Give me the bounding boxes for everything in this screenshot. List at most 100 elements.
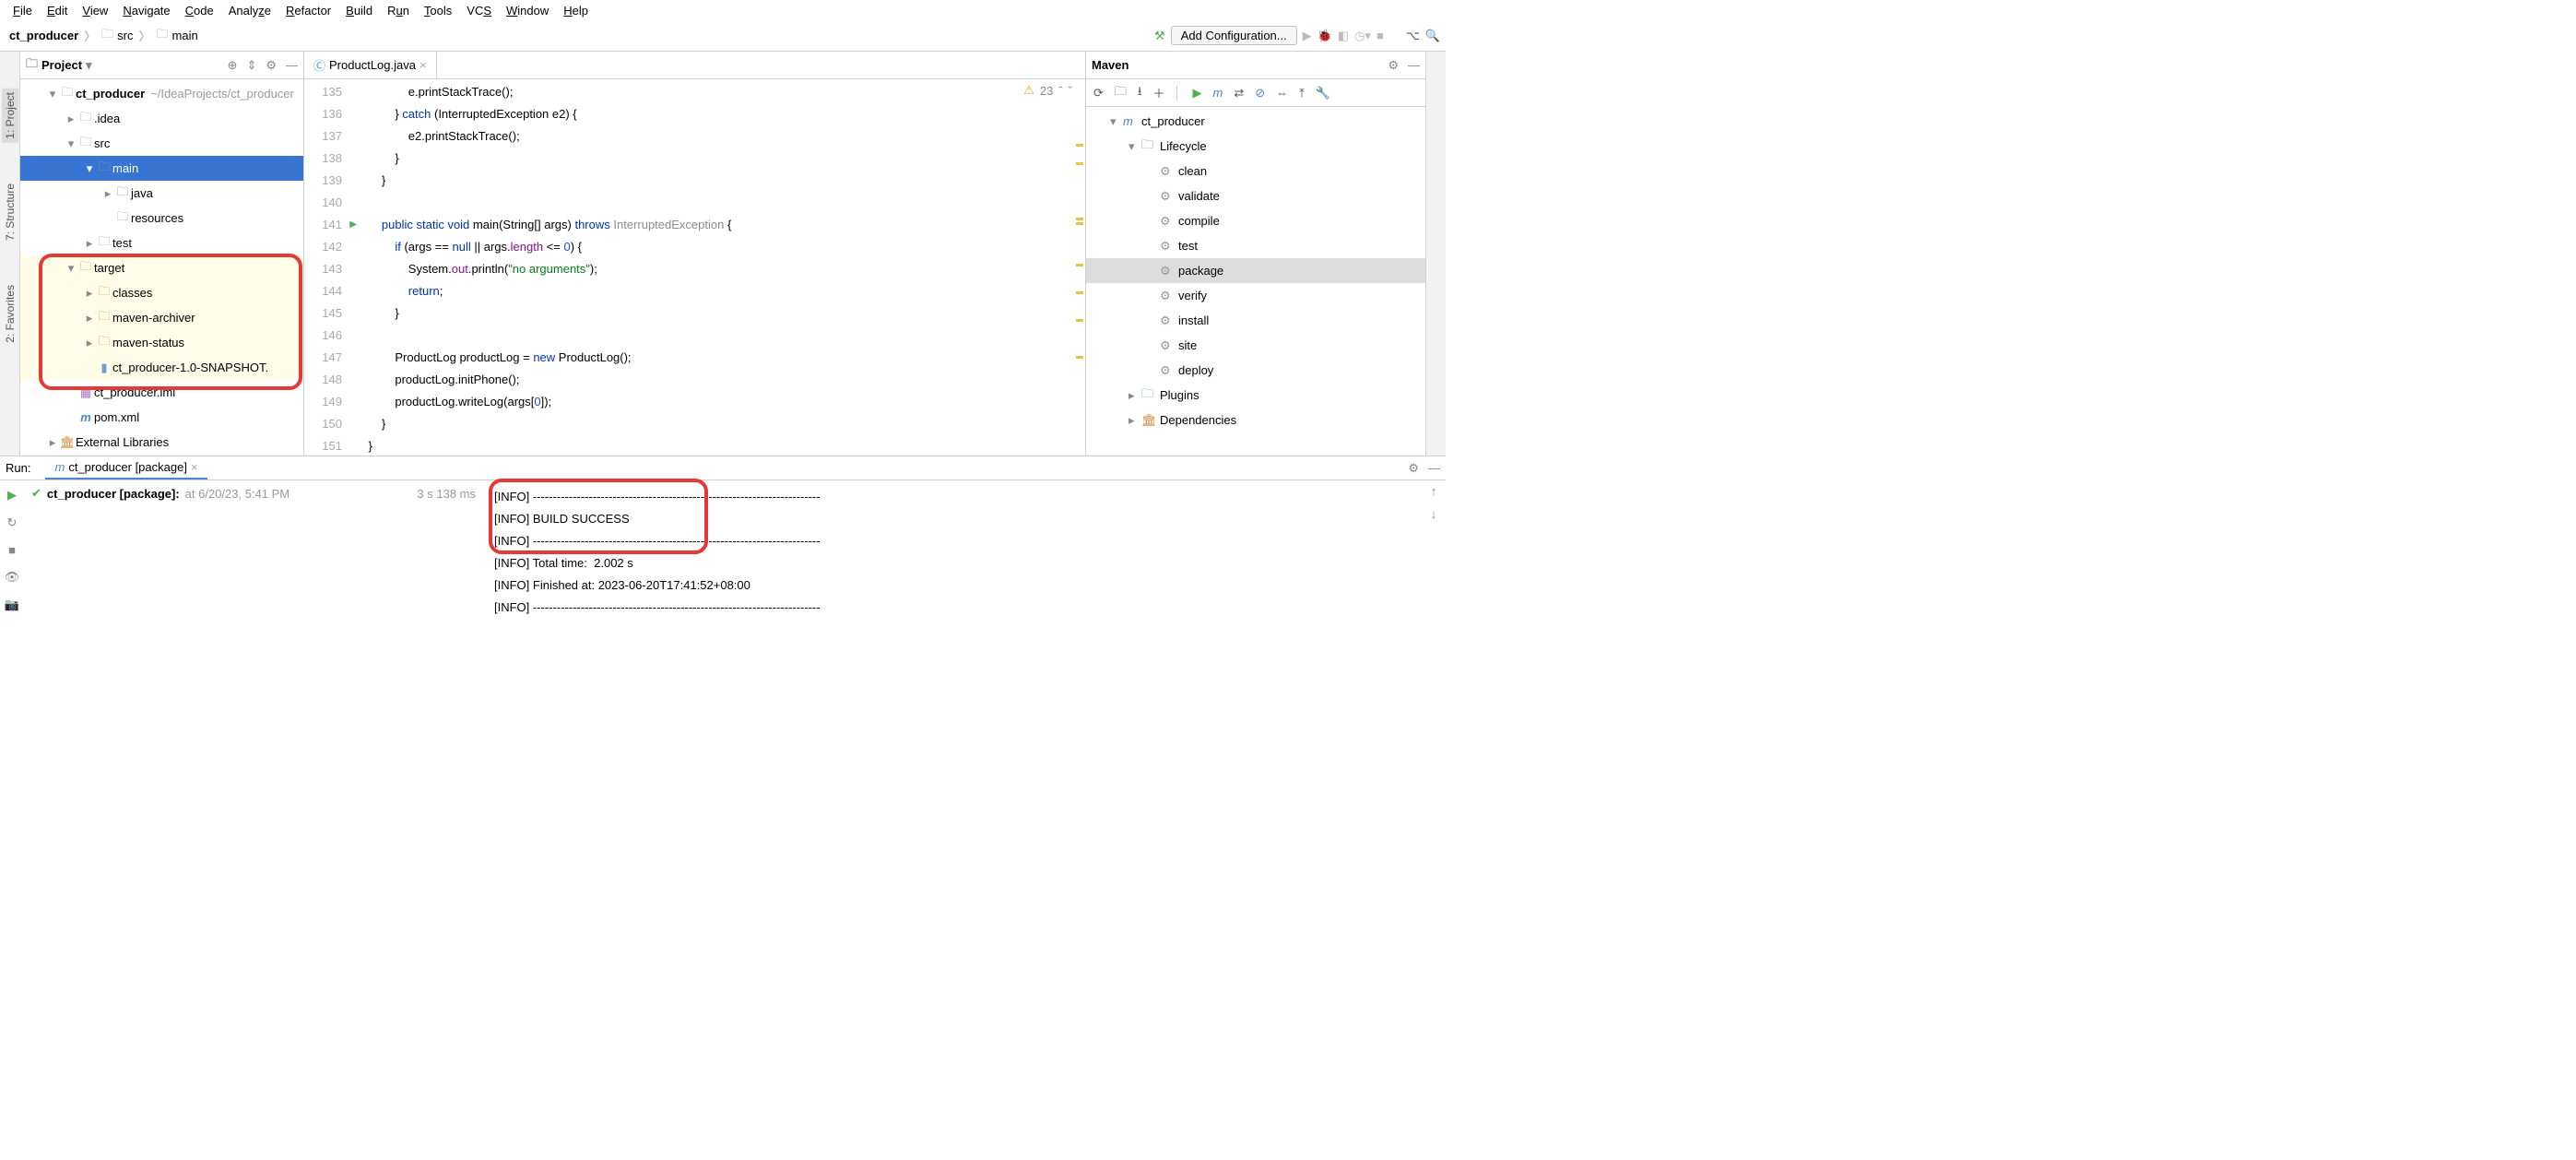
- tree-maven-archiver[interactable]: ▸🗀maven-archiver: [20, 305, 303, 330]
- gear-icon[interactable]: ⚙: [1388, 58, 1399, 73]
- add-configuration-button[interactable]: Add Configuration...: [1171, 26, 1297, 45]
- stop-icon[interactable]: ■: [1377, 29, 1384, 42]
- editor-tab[interactable]: Ⓒ ProductLog.java ×: [304, 52, 437, 78]
- run-settings-icon[interactable]: ⚙: [1408, 461, 1419, 476]
- gear-icon[interactable]: ⚙: [266, 58, 277, 73]
- down-icon[interactable]: ↓: [1431, 507, 1437, 521]
- tree-target[interactable]: ▾🗀target: [20, 255, 303, 280]
- git-icon[interactable]: ⌥: [1406, 29, 1420, 43]
- project-icon: 🗀: [26, 55, 38, 76]
- maven-settings-icon[interactable]: 🔧: [1316, 86, 1330, 101]
- side-tab-project[interactable]: 1: Project: [2, 89, 18, 143]
- prev-highlight-icon[interactable]: ˆ: [1058, 84, 1062, 98]
- run-test-tree[interactable]: ✔ ct_producer [package]: at 6/20/23, 5:4…: [24, 480, 494, 649]
- tree-resources[interactable]: 🗀resources: [20, 206, 303, 231]
- maven-project-root[interactable]: ▾mct_producer: [1086, 109, 1425, 134]
- menu-refactor[interactable]: Refactor: [280, 4, 337, 18]
- toggle-skip-tests-icon[interactable]: ⊘: [1255, 86, 1265, 101]
- breadcrumb-root[interactable]: ct_producer: [6, 29, 82, 42]
- side-tab-structure[interactable]: 7: Structure: [2, 180, 18, 244]
- rerun-icon[interactable]: ▶: [7, 488, 17, 503]
- tree-external-libraries[interactable]: ▸🏛External Libraries: [20, 430, 303, 455]
- hide-icon[interactable]: —: [286, 58, 298, 73]
- tree-root[interactable]: ▾🗀ct_producer~/IdeaProjects/ct_producer: [20, 81, 303, 106]
- maven-goal-package[interactable]: ⚙package: [1086, 258, 1425, 283]
- pin-icon[interactable]: 📷: [5, 598, 19, 612]
- tree-src[interactable]: ▾🗀src: [20, 131, 303, 156]
- maven-dependencies[interactable]: ▸🏛Dependencies: [1086, 408, 1425, 432]
- next-highlight-icon[interactable]: ˇ: [1069, 84, 1072, 98]
- show-icon[interactable]: 👁: [5, 570, 20, 585]
- maven-goal-site[interactable]: ⚙site: [1086, 333, 1425, 358]
- run-tab[interactable]: m ct_producer [package] ×: [45, 456, 207, 479]
- side-tab-favorites[interactable]: 2: Favorites: [2, 281, 18, 347]
- build-icon[interactable]: ⚒: [1154, 29, 1165, 43]
- tree-classes[interactable]: ▸🗀classes: [20, 280, 303, 305]
- execute-goal-icon[interactable]: m: [1213, 86, 1223, 100]
- generate-sources-icon[interactable]: 🗀: [1115, 83, 1127, 103]
- menu-window[interactable]: Window: [501, 4, 554, 18]
- menu-help[interactable]: Help: [558, 4, 594, 18]
- maven-goal-clean[interactable]: ⚙clean: [1086, 159, 1425, 183]
- hide-icon[interactable]: —: [1408, 58, 1420, 73]
- rerun-failed-icon[interactable]: ↻: [7, 515, 18, 530]
- run-maven-icon[interactable]: ▶: [1193, 86, 1202, 101]
- stop-run-icon[interactable]: ■: [8, 543, 16, 557]
- tree-snapshot-jar[interactable]: ▮ct_producer-1.0-SNAPSHOT.: [20, 355, 303, 380]
- error-stripe[interactable]: [1072, 79, 1085, 456]
- maven-goal-compile[interactable]: ⚙compile: [1086, 208, 1425, 233]
- project-tree[interactable]: ▾🗀ct_producer~/IdeaProjects/ct_producer …: [20, 79, 303, 456]
- tree-java[interactable]: ▸🗀java: [20, 181, 303, 206]
- chevron-down-icon[interactable]: ▾: [86, 58, 92, 73]
- menu-vcs[interactable]: VCS: [461, 4, 497, 18]
- left-tool-stripe: 1: Project 7: Structure 2: Favorites: [0, 52, 20, 456]
- close-run-tab-icon[interactable]: ×: [191, 460, 198, 474]
- search-icon[interactable]: 🔍: [1425, 29, 1440, 43]
- show-deps-icon[interactable]: ⇔: [1276, 86, 1288, 100]
- tree-maven-status[interactable]: ▸🗀maven-status: [20, 330, 303, 355]
- maven-goal-test[interactable]: ⚙test: [1086, 233, 1425, 258]
- maven-goal-verify[interactable]: ⚙verify: [1086, 283, 1425, 308]
- editor-gutter[interactable]: 135136137 138139140 141142143 144145146 …: [304, 79, 355, 456]
- tree-idea[interactable]: ▸🗀.idea: [20, 106, 303, 131]
- menu-edit[interactable]: Edit: [41, 4, 73, 18]
- locate-icon[interactable]: ⊕: [228, 58, 238, 73]
- add-icon[interactable]: ＋: [1152, 84, 1164, 101]
- toggle-offline-icon[interactable]: ⇄: [1234, 86, 1244, 101]
- menu-build[interactable]: Build: [340, 4, 378, 18]
- collapse-all-icon[interactable]: ⤒: [1299, 86, 1305, 101]
- profile-icon[interactable]: ◷▾: [1354, 29, 1371, 43]
- menu-navigate[interactable]: Navigate: [117, 4, 175, 18]
- menu-file[interactable]: File: [7, 4, 38, 18]
- reload-icon[interactable]: ⟳: [1093, 86, 1104, 101]
- menu-tools[interactable]: Tools: [419, 4, 457, 18]
- menu-view[interactable]: View: [77, 4, 113, 18]
- download-icon[interactable]: ⭳: [1138, 83, 1142, 103]
- menu-run[interactable]: Run: [382, 4, 415, 18]
- run-hide-icon[interactable]: —: [1428, 461, 1440, 476]
- maven-goal-deploy[interactable]: ⚙deploy: [1086, 358, 1425, 383]
- maven-goal-install[interactable]: ⚙install: [1086, 308, 1425, 333]
- maven-plugins[interactable]: ▸🗀Plugins: [1086, 383, 1425, 408]
- breadcrumb-main[interactable]: 🗀main: [153, 26, 202, 46]
- maven-lifecycle[interactable]: ▾🗀Lifecycle: [1086, 134, 1425, 159]
- menu-code[interactable]: Code: [180, 4, 219, 18]
- tree-iml[interactable]: ▦ct_producer.iml: [20, 380, 303, 405]
- run-icon[interactable]: ▶: [1303, 29, 1312, 43]
- collapse-icon[interactable]: ⇕: [246, 58, 256, 73]
- close-tab-icon[interactable]: ×: [419, 58, 427, 72]
- up-icon[interactable]: ↑: [1431, 484, 1437, 498]
- warning-icon[interactable]: ⚠: [1023, 83, 1034, 98]
- warning-count: 23: [1040, 84, 1053, 98]
- tree-test[interactable]: ▸🗀test: [20, 231, 303, 255]
- code-content[interactable]: e.printStackTrace(); } catch (Interrupte…: [355, 79, 1072, 456]
- tree-main[interactable]: ▾🗀main: [20, 156, 303, 181]
- run-console[interactable]: [INFO] ---------------------------------…: [494, 480, 1422, 649]
- maven-tree[interactable]: ▾mct_producer ▾🗀Lifecycle ⚙clean ⚙valida…: [1086, 107, 1425, 456]
- maven-goal-validate[interactable]: ⚙validate: [1086, 183, 1425, 208]
- coverage-icon[interactable]: ◧: [1338, 29, 1349, 43]
- debug-icon[interactable]: 🐞: [1318, 29, 1332, 43]
- breadcrumb-src[interactable]: 🗀src: [98, 26, 136, 46]
- tree-pom[interactable]: mpom.xml: [20, 405, 303, 430]
- menu-analyze[interactable]: Analyze: [223, 4, 277, 18]
